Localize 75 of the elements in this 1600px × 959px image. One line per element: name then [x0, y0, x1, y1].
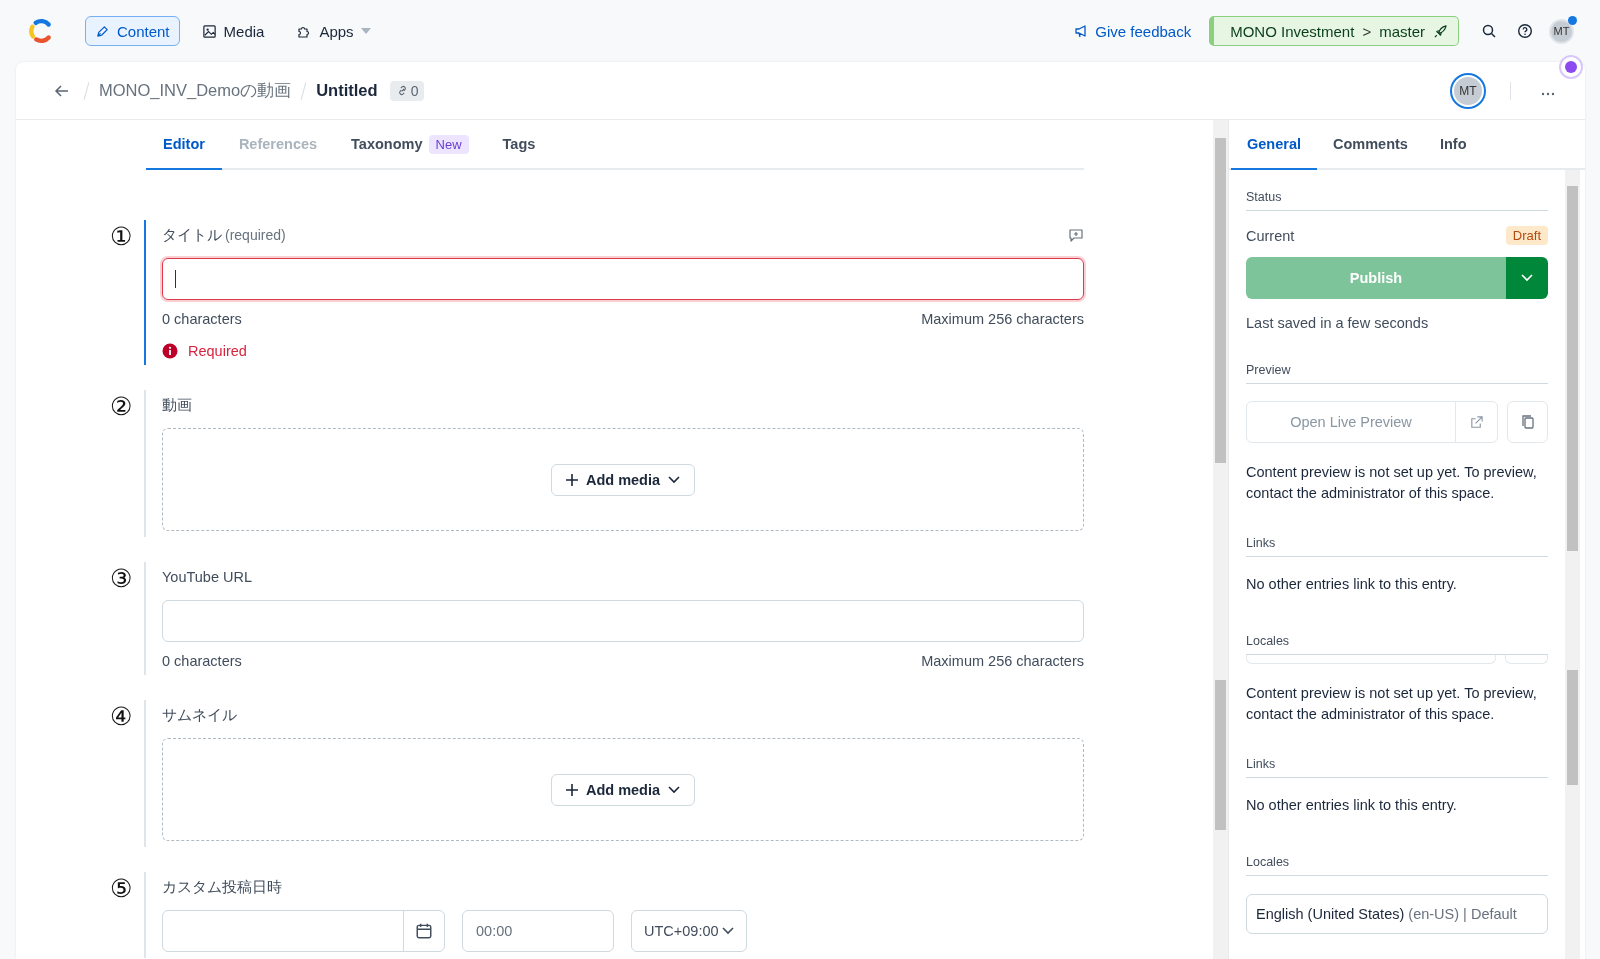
text-input[interactable] [162, 258, 1084, 300]
search-icon [1481, 23, 1497, 39]
entry-title: Untitled [316, 81, 378, 100]
date-input[interactable] [162, 910, 445, 952]
sidebar-tab[interactable]: Info [1423, 120, 1483, 170]
logo-icon [27, 18, 53, 44]
breadcrumb-link[interactable]: MONO_INV_Demoの動画 [99, 79, 292, 102]
plus-icon [565, 473, 578, 486]
error-message: Required [188, 343, 247, 359]
nav-tab[interactable]: Content [85, 16, 180, 46]
editor-tab[interactable]: Editor [146, 120, 222, 170]
section-heading: Links [1246, 536, 1548, 557]
sidebar-tab[interactable]: General [1231, 120, 1317, 170]
sidebar-tab[interactable]: Comments [1317, 120, 1424, 170]
help-icon [1517, 23, 1533, 39]
chevron-down-icon [721, 927, 734, 935]
section-heading: Locales [1246, 634, 1548, 655]
locale-field: English (United States) (en-US) | Default [1246, 894, 1548, 934]
add-media-button[interactable]: Add media [550, 463, 696, 496]
scrollbar[interactable] [1213, 120, 1228, 959]
external-link-icon [1469, 414, 1484, 430]
editor-avatar: MT [1452, 74, 1484, 107]
section-heading: Locales [1246, 855, 1548, 876]
preview-note: Content preview is not set up yet. To preview, contact the administrator of this space. [1246, 463, 1538, 503]
field-label: 動画 [162, 395, 192, 415]
nav-tab[interactable]: Apps [286, 16, 381, 46]
character-count: 0 characters [162, 653, 242, 669]
calendar-icon [415, 922, 433, 940]
section-heading: Links [1246, 757, 1548, 778]
new-badge: New [428, 134, 469, 154]
field-label: カスタム投稿日時 [162, 877, 282, 897]
environment-switcher[interactable]: MONO Investment > master [1209, 16, 1459, 46]
field-label: タイトル (required) [162, 225, 286, 245]
chevron-down-icon [668, 785, 681, 794]
add-media-button[interactable]: Add media [550, 773, 696, 806]
character-limit: Maximum 256 characters [921, 653, 1084, 669]
feedback-link[interactable]: Give feedback [1074, 22, 1192, 40]
time-input[interactable]: 00:00 [462, 910, 614, 952]
status-label: Current [1246, 227, 1295, 244]
field-label: YouTube URL [162, 569, 253, 585]
field-number: ③ [110, 564, 133, 592]
image-icon [201, 23, 217, 39]
back-arrow-icon [54, 82, 70, 99]
save-status: Last saved in a few seconds [1246, 315, 1430, 331]
links-note: No other entries link to this entry. [1246, 576, 1458, 592]
link-count-badge: 0 [389, 80, 425, 101]
preview-note: Content preview is not set up yet. To preview, contact the administrator of this space. [1246, 684, 1538, 724]
editor-tab[interactable]: Taxonomy New [334, 120, 486, 170]
user-avatar[interactable]: MT [1549, 18, 1574, 44]
field-number: ④ [110, 702, 133, 730]
publish-options-button[interactable] [1506, 257, 1548, 299]
status-badge: Draft [1505, 226, 1548, 245]
section-heading: Status [1246, 190, 1548, 211]
copy-icon [1519, 414, 1536, 430]
chevron-down-icon [1521, 274, 1533, 282]
plus-icon [565, 783, 578, 796]
scrollbar[interactable] [1565, 170, 1580, 959]
editor-tab[interactable]: Tags [485, 120, 553, 170]
field-number: ⑤ [110, 874, 133, 902]
nav-tab[interactable]: Media [191, 16, 275, 46]
rocket-icon [1433, 23, 1448, 39]
timezone-select[interactable]: UTC+09:00 [631, 910, 747, 952]
field-label: サムネイル [162, 705, 237, 725]
section-heading: Preview [1246, 363, 1548, 384]
copy-button[interactable] [1507, 401, 1548, 443]
links-note: No other entries link to this entry. [1246, 797, 1458, 813]
error-icon [162, 343, 178, 359]
field-number: ① [110, 222, 133, 250]
pen-icon [95, 23, 110, 39]
more-icon [1541, 91, 1555, 96]
field-number: ② [110, 392, 133, 420]
comment-add-icon [1068, 227, 1084, 243]
character-limit: Maximum 256 characters [921, 311, 1084, 327]
chevron-down-icon [668, 475, 681, 484]
character-count: 0 characters [162, 311, 242, 327]
